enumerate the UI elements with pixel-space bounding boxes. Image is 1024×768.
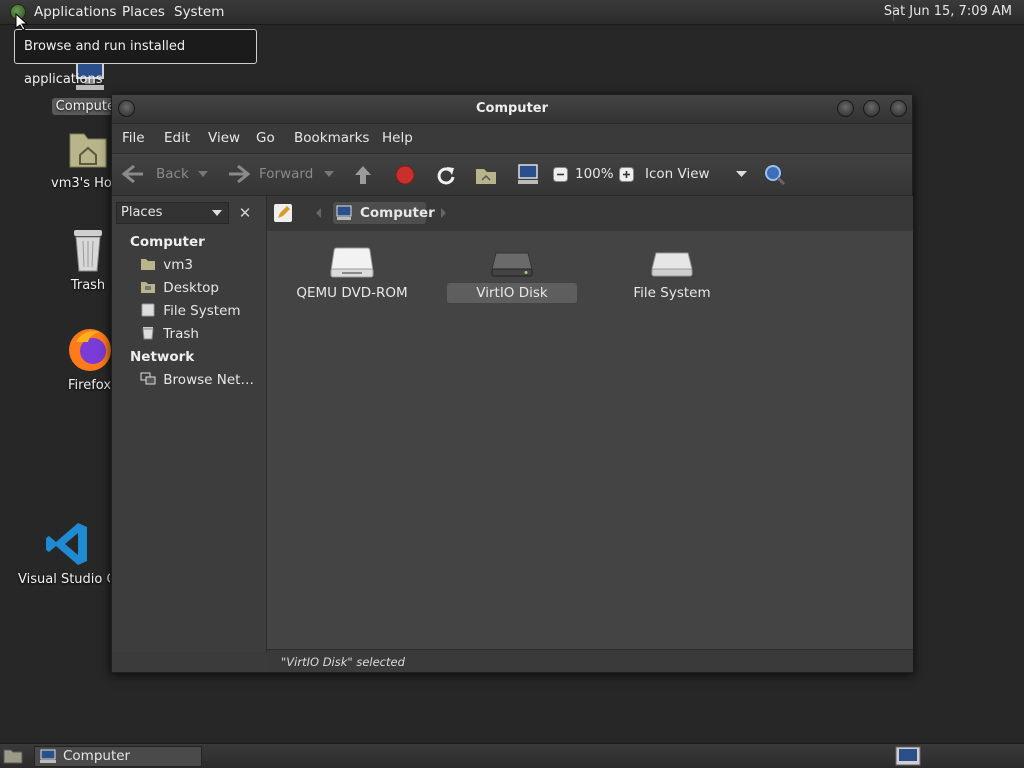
computer-icon[interactable] xyxy=(516,163,540,187)
optical-drive-icon xyxy=(330,247,374,278)
close-sidebar-icon[interactable]: ✕ xyxy=(234,202,256,224)
forward-history-chevron-icon[interactable] xyxy=(324,171,334,179)
top-panel: Applications Places System Sat Jun 15, 7… xyxy=(0,0,1024,25)
file-item-label: File System xyxy=(633,285,711,301)
window-titlebar[interactable]: Computer xyxy=(112,95,912,124)
menu-bookmarks[interactable]: Bookmarks xyxy=(294,124,369,153)
file-manager-window: Computer File Edit View Go Bookmarks Hel… xyxy=(111,94,913,673)
sidebar-item-file-system[interactable]: File System xyxy=(140,303,241,319)
desktop-icon-vscode[interactable]: Visual Studio Code xyxy=(18,520,110,587)
desktop-folder-icon xyxy=(141,282,155,293)
home-folder-icon xyxy=(69,133,107,168)
back-button[interactable]: Back xyxy=(156,154,189,195)
zoom-in-icon[interactable] xyxy=(619,167,634,182)
path-button-label: Computer xyxy=(360,205,435,221)
desktop-icon-label: Trash xyxy=(70,278,106,293)
path-right-arrow-icon[interactable] xyxy=(439,208,447,218)
file-item-virtio-disk[interactable]: VirtIO Disk xyxy=(447,247,577,303)
maximize-button[interactable] xyxy=(863,100,880,117)
view-mode-select[interactable]: Icon View xyxy=(645,154,710,195)
search-icon[interactable] xyxy=(763,163,787,187)
reload-icon[interactable] xyxy=(434,164,456,186)
close-button[interactable] xyxy=(890,100,907,117)
path-button-computer[interactable]: Computer xyxy=(333,202,435,224)
zoom-out-icon[interactable] xyxy=(553,167,568,182)
hard-disk-icon xyxy=(491,252,533,277)
taskbar-item-computer[interactable]: Computer xyxy=(34,746,202,767)
path-left-arrow-icon[interactable] xyxy=(315,208,323,218)
desktop-icon-label: Visual Studio Code xyxy=(18,572,110,587)
file-item-label: QEMU DVD-ROM xyxy=(296,285,408,301)
computer-icon xyxy=(336,205,352,220)
show-desktop-icon[interactable] xyxy=(3,748,23,764)
sidebar-item-vm3[interactable]: vm3 xyxy=(140,257,193,273)
file-item-file-system[interactable]: File System xyxy=(607,247,737,303)
back-history-chevron-icon[interactable] xyxy=(198,171,208,179)
back-arrow-icon[interactable] xyxy=(122,164,146,184)
stop-icon[interactable] xyxy=(394,164,416,186)
sidebar-selector[interactable]: Places xyxy=(116,202,229,224)
file-view[interactable]: QEMU DVD-ROM VirtIO Disk File System xyxy=(267,231,913,649)
file-item-label: VirtIO Disk xyxy=(447,283,577,303)
menu-help[interactable]: Help xyxy=(382,124,413,153)
chevron-down-icon xyxy=(212,210,222,216)
file-item-qemu-dvd-rom[interactable]: QEMU DVD-ROM xyxy=(287,247,417,303)
filesystem-drive-icon xyxy=(651,252,693,277)
sidebar-section-network: Network xyxy=(130,349,195,365)
menu-edit[interactable]: Edit xyxy=(164,124,190,153)
trash-icon xyxy=(142,327,154,340)
places-menu[interactable]: Places xyxy=(122,0,165,25)
sidebar-item-browse-network[interactable]: Browse Net… xyxy=(140,372,254,388)
edit-location-icon[interactable] xyxy=(273,203,293,223)
filesystem-drive-icon xyxy=(141,303,155,317)
home-icon[interactable] xyxy=(474,164,498,186)
sidebar-section-computer: Computer xyxy=(130,234,205,250)
clock[interactable]: Sat Jun 15, 7:09 AM xyxy=(884,0,1012,24)
menu-file[interactable]: File xyxy=(122,124,145,153)
sidebar-item-trash[interactable]: Trash xyxy=(140,326,199,342)
trash-icon xyxy=(74,230,102,272)
menubar: File Edit View Go Bookmarks Help xyxy=(112,124,912,153)
sidebar-selector-label: Places xyxy=(121,205,163,220)
zoom-level[interactable]: 100% xyxy=(575,154,614,195)
minimize-button[interactable] xyxy=(837,100,854,117)
sidebar-item-desktop[interactable]: Desktop xyxy=(140,280,219,296)
tooltip: Browse and run installed applications xyxy=(14,29,257,87)
mouse-cursor-icon xyxy=(15,13,27,31)
system-menu[interactable]: System xyxy=(174,0,224,25)
menu-go[interactable]: Go xyxy=(256,124,275,153)
menu-view[interactable]: View xyxy=(208,124,240,153)
vscode-icon xyxy=(46,523,87,565)
workspace-switcher-icon[interactable] xyxy=(895,746,921,766)
view-mode-chevron-icon[interactable] xyxy=(736,171,747,179)
applications-menu[interactable]: Applications xyxy=(34,0,116,25)
taskbar-item-label: Computer xyxy=(63,748,131,764)
statusbar: "VirtIO Disk" selected xyxy=(267,649,913,672)
bottom-panel: Computer xyxy=(0,743,1024,768)
sidebar: Places ✕ Computer vm3 Desktop File Syste… xyxy=(112,196,267,652)
home-folder-icon xyxy=(141,259,155,270)
firefox-icon xyxy=(69,329,111,371)
forward-arrow-icon[interactable] xyxy=(226,164,250,184)
computer-icon xyxy=(40,749,56,763)
desktop-icon-trash[interactable]: Trash xyxy=(60,226,116,293)
toolbar: Back Forward 100% Icon View xyxy=(112,153,912,196)
network-icon xyxy=(140,372,156,385)
forward-button[interactable]: Forward xyxy=(259,154,313,195)
location-bar: Computer xyxy=(267,196,913,231)
window-title: Computer xyxy=(475,101,549,116)
up-arrow-icon[interactable] xyxy=(352,164,374,186)
